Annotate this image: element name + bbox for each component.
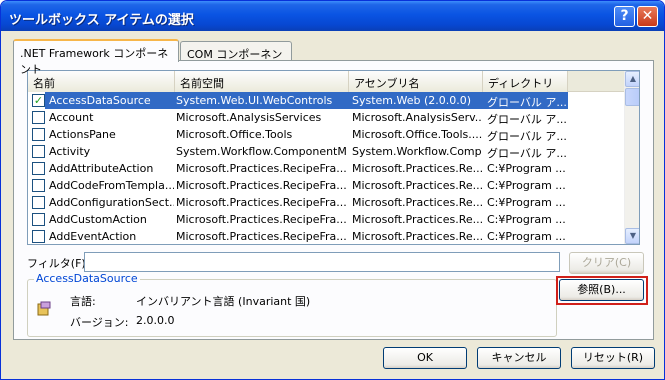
cell-directory: C:¥Program ... [487, 213, 566, 226]
cell-name: Account [49, 111, 94, 124]
cell-assembly: Microsoft.Practices.Re... [352, 162, 482, 175]
scroll-thumb[interactable] [625, 88, 639, 106]
row-checkbox[interactable] [32, 145, 45, 158]
ok-button[interactable]: OK [383, 347, 467, 369]
row-checkbox[interactable] [32, 230, 45, 243]
version-value: 2.0.0.0 [136, 314, 175, 327]
cell-namespace: Microsoft.Practices.RecipeFra... [176, 196, 346, 209]
cell-assembly: Microsoft.Practices.Re... [352, 196, 482, 209]
cell-directory: C:¥Program ... [487, 179, 566, 192]
row-checkbox[interactable] [32, 111, 45, 124]
cell-namespace: Microsoft.Practices.RecipeFra... [176, 162, 346, 175]
version-label: バージョン: [70, 316, 129, 329]
tab-com-components[interactable]: COM コンポーネント [180, 41, 292, 77]
cell-assembly: Microsoft.AnalysisServ... [352, 111, 482, 124]
cell-namespace: Microsoft.AnalysisServices [176, 111, 322, 124]
row-checkbox[interactable]: ✓ [32, 94, 45, 107]
cell-directory: C:¥Program ... [487, 230, 566, 243]
cell-assembly: Microsoft.Practices.Re... [352, 179, 482, 192]
details-group-title: AccessDataSource [34, 272, 140, 285]
table-row[interactable]: ✓ AccessDataSource System.Web.UI.WebCont… [28, 92, 624, 109]
column-header-label: ディレクトリ [488, 77, 554, 90]
cell-namespace: System.Web.UI.WebControls [176, 94, 333, 107]
column-header-namespace[interactable]: 名前空間 [175, 71, 349, 92]
cell-namespace: Microsoft.Practices.RecipeFra... [176, 230, 346, 243]
cell-namespace: Microsoft.Practices.RecipeFra... [176, 179, 346, 192]
cell-name: AddEventAction [49, 230, 137, 243]
list-header: 名前 名前空間 アセンブリ名 ディレクトリ [28, 71, 624, 92]
component-list[interactable]: 名前 名前空間 アセンブリ名 ディレクトリ ✓ AccessDataSource… [27, 70, 640, 245]
column-header-label: 名前 [33, 77, 55, 90]
cell-directory: C:¥Program ... [487, 162, 566, 175]
dialog-window: ツールボックス アイテムの選択 ? ✕ .NET Framework コンポーネ… [0, 0, 665, 380]
cell-assembly: System.Web (2.0.0.0) [352, 94, 472, 107]
column-header-name[interactable]: 名前 [28, 71, 175, 92]
cell-name: AddCustomAction [49, 213, 147, 226]
help-button[interactable]: ? [614, 6, 635, 27]
tab-dotnet-components[interactable]: .NET Framework コンポーネント [13, 39, 179, 76]
cancel-button[interactable]: キャンセル [477, 347, 561, 369]
row-checkbox[interactable] [32, 128, 45, 141]
cell-name: AddConfigurationSect... [49, 196, 174, 209]
cell-assembly: Microsoft.Practices.Re... [352, 213, 482, 226]
reset-button[interactable]: リセット(R) [571, 347, 655, 369]
browse-button[interactable]: 参照(B)... [559, 279, 644, 301]
cell-namespace: System.Workflow.ComponentM... [176, 145, 346, 158]
clear-button[interactable]: クリア(C) [569, 252, 644, 274]
assembly-icon [37, 301, 51, 316]
cell-name: AddAttributeAction [49, 162, 154, 175]
cell-name: Activity [49, 145, 91, 158]
table-row[interactable]: AddCodeFromTempla... Microsoft.Practices… [28, 177, 624, 194]
table-row[interactable]: AddAttributeAction Microsoft.Practices.R… [28, 160, 624, 177]
table-row[interactable]: AddCustomAction Microsoft.Practices.Reci… [28, 211, 624, 228]
table-row[interactable]: ActionsPane Microsoft.Office.Tools Micro… [28, 126, 624, 143]
cell-directory: グローバル ア... [487, 147, 567, 160]
cell-namespace: Microsoft.Office.Tools [176, 128, 293, 141]
column-header-label: 名前空間 [180, 77, 224, 90]
filter-label: フィルタ(F): [27, 257, 90, 270]
close-button[interactable]: ✕ [637, 6, 658, 27]
language-value: インバリアント言語 (Invariant 国) [136, 295, 311, 308]
scroll-up-icon[interactable]: ▲ [625, 71, 639, 87]
scroll-down-icon[interactable]: ▼ [625, 228, 639, 244]
column-header-directory[interactable]: ディレクトリ [483, 71, 568, 92]
cell-directory: グローバル ア... [487, 130, 567, 143]
column-header-assembly[interactable]: アセンブリ名 [349, 71, 483, 92]
table-row[interactable]: Activity System.Workflow.ComponentM... S… [28, 143, 624, 160]
cell-assembly: Microsoft.Practices.Re... [352, 230, 482, 243]
title-bar[interactable]: ツールボックス アイテムの選択 ? ✕ [1, 1, 664, 31]
column-header-label: アセンブリ名 [354, 77, 420, 90]
filter-input[interactable] [84, 252, 560, 272]
language-label: 言語: [70, 295, 96, 308]
table-row[interactable]: AddConfigurationSect... Microsoft.Practi… [28, 194, 624, 211]
window-title: ツールボックス アイテムの選択 [9, 13, 194, 28]
row-checkbox[interactable] [32, 162, 45, 175]
cell-assembly: Microsoft.Office.Tools.... [352, 128, 482, 141]
vertical-scrollbar[interactable]: ▲ ▼ [624, 71, 639, 244]
table-row[interactable]: Account Microsoft.AnalysisServices Micro… [28, 109, 624, 126]
cell-name: ActionsPane [49, 128, 116, 141]
cell-directory: グローバル ア... [487, 113, 567, 126]
tab-panel: 名前 名前空間 アセンブリ名 ディレクトリ ✓ AccessDataSource… [13, 60, 654, 340]
cell-name: AccessDataSource [49, 94, 151, 107]
cell-directory: C:¥Program ... [487, 196, 566, 209]
cell-namespace: Microsoft.Practices.RecipeFra... [176, 213, 346, 226]
cell-directory: グローバル ア... [487, 96, 567, 109]
row-checkbox[interactable] [32, 179, 45, 192]
row-checkbox[interactable] [32, 213, 45, 226]
cell-assembly: System.Workflow.Comp... [352, 145, 482, 158]
table-row[interactable]: AddEventAction Microsoft.Practices.Recip… [28, 228, 624, 244]
cell-name: AddCodeFromTempla... [49, 179, 174, 192]
details-group: AccessDataSource 言語: インバリアント言語 (Invarian… [27, 272, 557, 337]
row-checkbox[interactable] [32, 196, 45, 209]
